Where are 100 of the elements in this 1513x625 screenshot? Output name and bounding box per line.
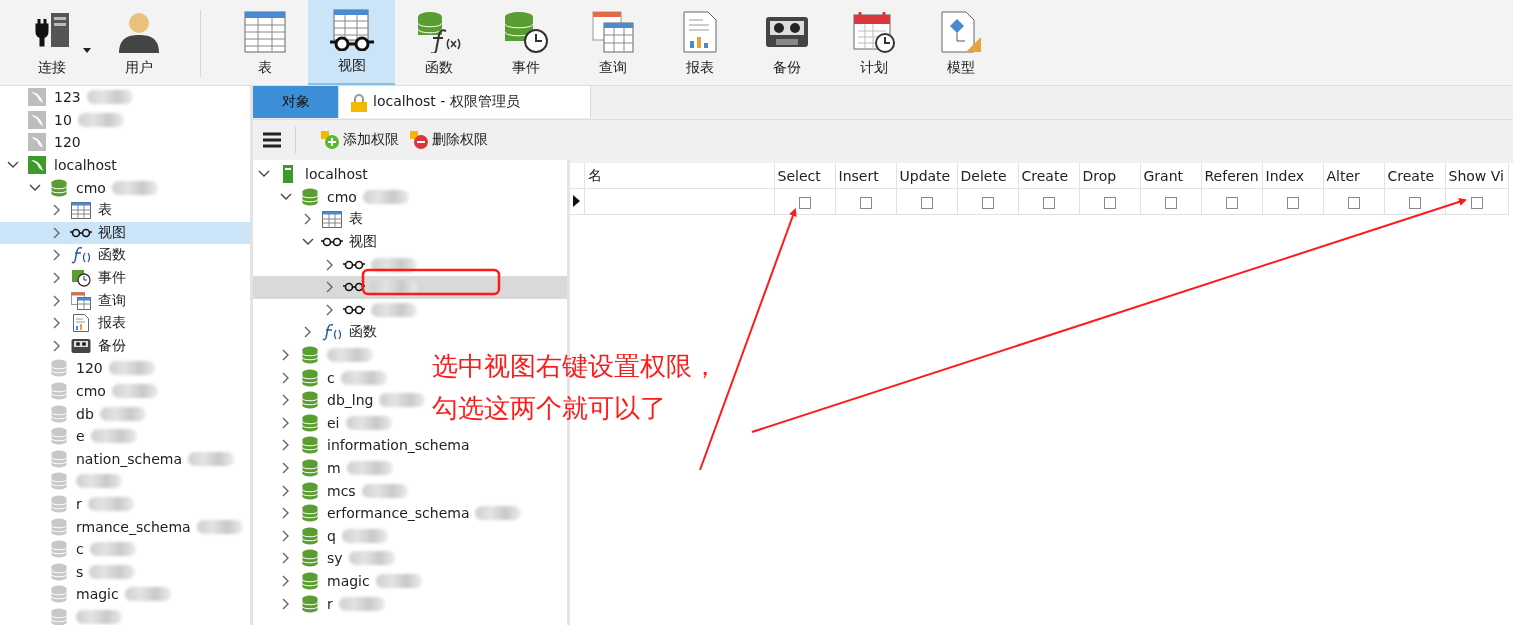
tree-label[interactable]: rmance_schema (76, 518, 191, 535)
chevron-right-icon[interactable] (53, 226, 61, 239)
checkbox[interactable] (920, 196, 933, 209)
checkbox[interactable] (1347, 196, 1360, 209)
tree-label[interactable]: 120 (54, 134, 81, 151)
tree-label[interactable]: c (327, 369, 335, 386)
tree-label[interactable]: erformance_schema (327, 505, 470, 522)
chevron-right-icon[interactable] (53, 272, 61, 285)
chevron-right-icon[interactable] (53, 249, 61, 262)
tree-label[interactable]: cmo (327, 188, 357, 205)
toolbar-model-button[interactable]: 模型 (917, 0, 1004, 85)
tree-label[interactable]: db_lng (327, 392, 374, 409)
tree-label[interactable]: r (76, 496, 82, 512)
tree-label[interactable]: 视图 (349, 233, 377, 252)
tree-label[interactable]: 123 (54, 89, 81, 106)
tree-label[interactable]: ei (327, 414, 340, 431)
checkbox[interactable] (1042, 196, 1055, 209)
tree-label[interactable]: cmo (76, 179, 106, 196)
chevron-right-icon[interactable] (304, 213, 312, 226)
tree-item[interactable]: 查询 (0, 289, 250, 312)
chevron-down-icon[interactable] (302, 238, 314, 247)
chevron-right-icon[interactable] (282, 507, 290, 520)
chevron-right-icon[interactable] (282, 552, 290, 565)
checkbox[interactable] (1103, 196, 1116, 209)
chevron-right-icon[interactable] (282, 529, 290, 542)
checkbox[interactable] (1470, 196, 1483, 209)
toolbar-user-button[interactable]: 用户 (95, 0, 182, 85)
toolbar-view-button[interactable]: 视图 (308, 0, 395, 85)
toolbar-event-button[interactable]: 事件 (482, 0, 569, 85)
cassette-tape-icon (71, 337, 91, 354)
chevron-down-icon[interactable] (258, 170, 270, 179)
chevron-right-icon[interactable] (53, 294, 61, 307)
chevron-down-icon[interactable] (280, 192, 292, 201)
tree-item[interactable]: 报表 (0, 311, 250, 335)
chevron-down-icon[interactable] (29, 183, 41, 192)
chevron-right-icon[interactable] (282, 597, 290, 610)
tree-label[interactable]: 表 (349, 210, 363, 229)
tree-item[interactable]: 表 (0, 198, 250, 222)
tree-item[interactable]: 视图 (0, 221, 250, 245)
tree-label[interactable]: sy (327, 550, 343, 567)
checkbox[interactable] (1164, 196, 1177, 209)
chevron-right-icon[interactable] (53, 204, 61, 217)
chevron-right-icon[interactable] (53, 317, 61, 330)
tree-item[interactable]: 函数 (0, 244, 250, 267)
chevron-right-icon[interactable] (326, 258, 334, 271)
tree-label[interactable]: c (76, 541, 84, 558)
checkbox[interactable] (1408, 196, 1421, 209)
tree-label[interactable]: localhost (305, 166, 368, 183)
toolbar-report-button[interactable]: 报表 (656, 0, 743, 85)
chevron-right-icon[interactable] (326, 281, 334, 294)
chevron-right-icon[interactable] (326, 303, 334, 316)
tree-label[interactable]: magic (327, 573, 370, 589)
chevron-right-icon[interactable] (282, 462, 290, 474)
tree-label[interactable]: 120 (76, 360, 103, 377)
chevron-right-icon[interactable] (282, 349, 290, 362)
stacked-tables-icon (71, 291, 91, 310)
toolbar-backup-button[interactable]: 备份 (743, 0, 830, 85)
chevron-right-icon[interactable] (282, 371, 290, 384)
tree-label[interactable]: r (327, 595, 333, 612)
tree-label[interactable]: db (76, 405, 94, 422)
column-header: Drop (1079, 163, 1140, 189)
tree-label[interactable]: localhost (54, 157, 117, 174)
tree-item[interactable]: 事件 (0, 266, 250, 290)
checkbox[interactable] (798, 196, 811, 209)
tree-label[interactable]: s (76, 563, 84, 580)
chevron-right-icon[interactable] (304, 326, 312, 339)
tree-label[interactable]: m (327, 460, 341, 476)
tab[interactable]: 对象 (253, 86, 339, 118)
menu-icon[interactable] (263, 132, 281, 148)
tree-label[interactable]: information_schema (327, 437, 470, 454)
toolbar-function-button[interactable]: 函数 (395, 0, 482, 85)
checkbox[interactable] (859, 196, 872, 209)
chevron-right-icon[interactable] (282, 575, 290, 587)
toolbar-schedule-button[interactable]: 计划 (830, 0, 917, 85)
toolbar-table-button[interactable]: 表 (221, 0, 308, 85)
chevron-right-icon[interactable] (282, 484, 290, 497)
tree-label[interactable]: mcs (327, 482, 356, 499)
chevron-down-icon[interactable] (7, 161, 19, 170)
tree-label[interactable]: 10 (54, 111, 72, 128)
checkbox[interactable] (1286, 196, 1299, 209)
chevron-right-icon[interactable] (53, 339, 61, 352)
tree-label[interactable]: 函数 (349, 323, 377, 342)
delete-privilege-button[interactable]: 删除权限 (409, 130, 488, 150)
tree-label[interactable]: q (327, 527, 336, 544)
checkbox[interactable] (1225, 196, 1238, 209)
tree-label[interactable]: magic (76, 586, 119, 603)
chevron-right-icon[interactable] (282, 439, 290, 452)
user-silhouette-icon (116, 11, 161, 53)
tree-item[interactable] (253, 275, 567, 299)
toolbar-connect-button[interactable]: 连接 (8, 0, 95, 85)
add-privilege-button[interactable]: 添加权限 (320, 130, 399, 150)
tree-item[interactable]: 备份 (0, 334, 250, 358)
tree-label[interactable]: e (76, 428, 85, 445)
chevron-right-icon[interactable] (282, 416, 290, 429)
chevron-right-icon[interactable] (282, 394, 290, 407)
tree-label[interactable]: nation_schema (76, 450, 182, 467)
tab[interactable]: localhost - 权限管理员 (339, 86, 591, 118)
checkbox[interactable] (981, 196, 994, 209)
toolbar-query-button[interactable]: 查询 (569, 0, 656, 85)
tree-label[interactable]: cmo (76, 383, 106, 399)
